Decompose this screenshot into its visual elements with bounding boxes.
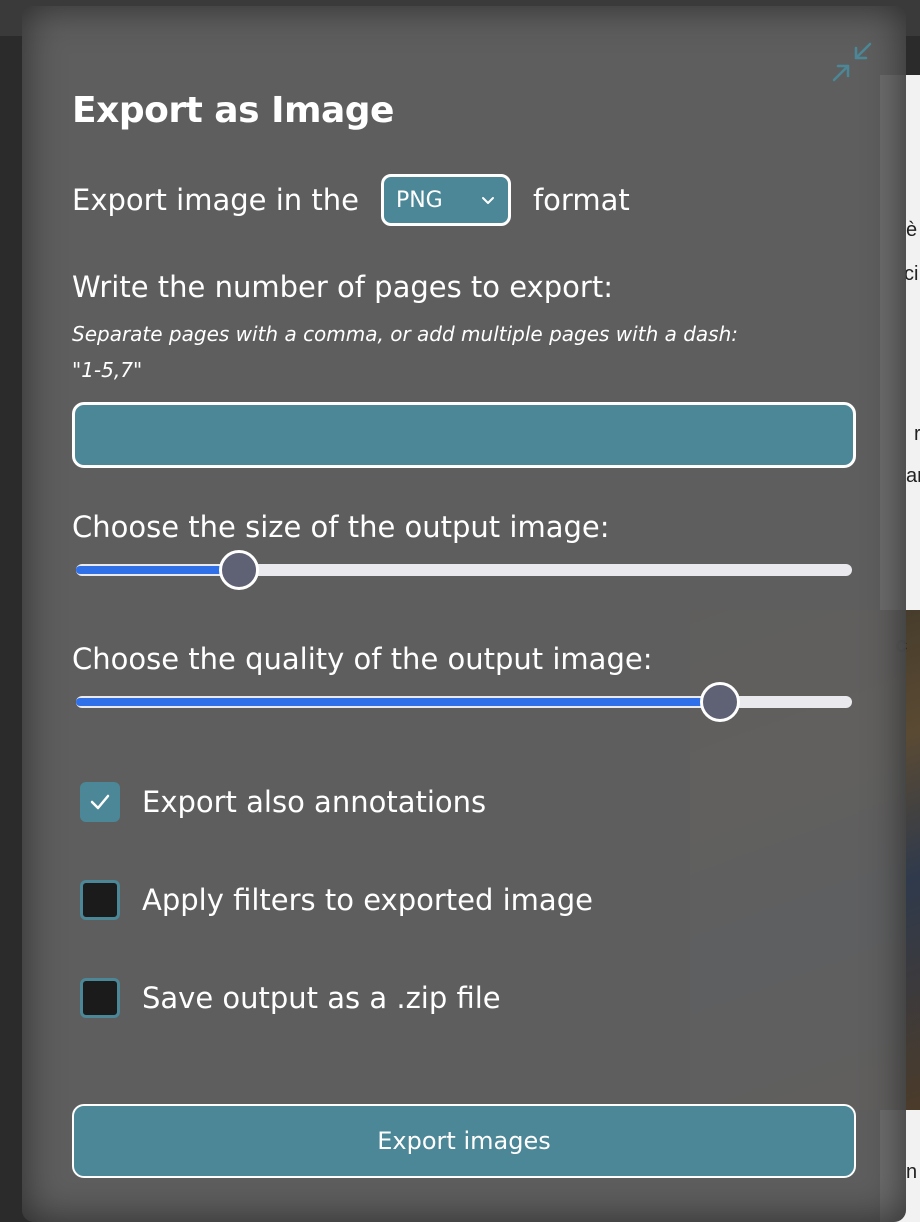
export-images-button[interactable]: Export images: [72, 1104, 856, 1178]
background-text-fragment: ci: [904, 263, 919, 285]
save-zip-label: Save output as a .zip file: [142, 981, 501, 1015]
slider-thumb[interactable]: [218, 550, 259, 590]
slider-thumb[interactable]: [700, 682, 741, 722]
dialog-title: Export as Image: [72, 90, 394, 131]
save-zip-option[interactable]: Save output as a .zip file: [80, 976, 501, 1020]
pages-hint-line: Separate pages with a comma, or add mult…: [72, 322, 738, 346]
pages-input[interactable]: [72, 402, 856, 468]
export-annotations-checkbox[interactable]: [80, 782, 120, 822]
background-text-fragment: è: [906, 219, 918, 241]
pages-hint: Separate pages with a comma, or add mult…: [72, 316, 872, 388]
apply-filters-option[interactable]: Apply filters to exported image: [80, 878, 593, 922]
quality-label: Choose the quality of the output image:: [72, 642, 653, 676]
pages-hint-example: "1-5,7": [72, 358, 143, 382]
format-suffix-label: format: [532, 183, 630, 217]
quality-slider[interactable]: [76, 682, 852, 722]
export-annotations-label: Export also annotations: [142, 785, 487, 819]
format-row: Export image in the PNG format: [72, 170, 630, 230]
slider-fill: [76, 698, 721, 706]
background-text-fragment: ar: [906, 465, 920, 487]
export-image-dialog: Export as Image Export image in the PNG …: [22, 6, 906, 1222]
chevron-down-icon: [481, 197, 494, 204]
collapse-button[interactable]: [828, 38, 876, 86]
apply-filters-label: Apply filters to exported image: [142, 883, 593, 917]
pages-label: Write the number of pages to export:: [72, 270, 613, 304]
format-select[interactable]: PNG: [380, 174, 511, 226]
apply-filters-checkbox[interactable]: [80, 880, 120, 920]
checkmark-icon: [90, 794, 110, 810]
export-annotations-option[interactable]: Export also annotations: [80, 780, 486, 824]
format-select-value: PNG: [395, 187, 443, 213]
save-zip-checkbox[interactable]: [80, 978, 120, 1018]
background-text-fragment: r: [914, 423, 920, 445]
collapse-arrows-icon: [832, 42, 872, 82]
size-slider[interactable]: [76, 550, 852, 590]
background-text-fragment: n: [906, 1161, 918, 1183]
format-prefix-label: Export image in the: [72, 183, 359, 217]
size-label: Choose the size of the output image:: [72, 510, 610, 544]
slider-fill: [76, 566, 239, 574]
